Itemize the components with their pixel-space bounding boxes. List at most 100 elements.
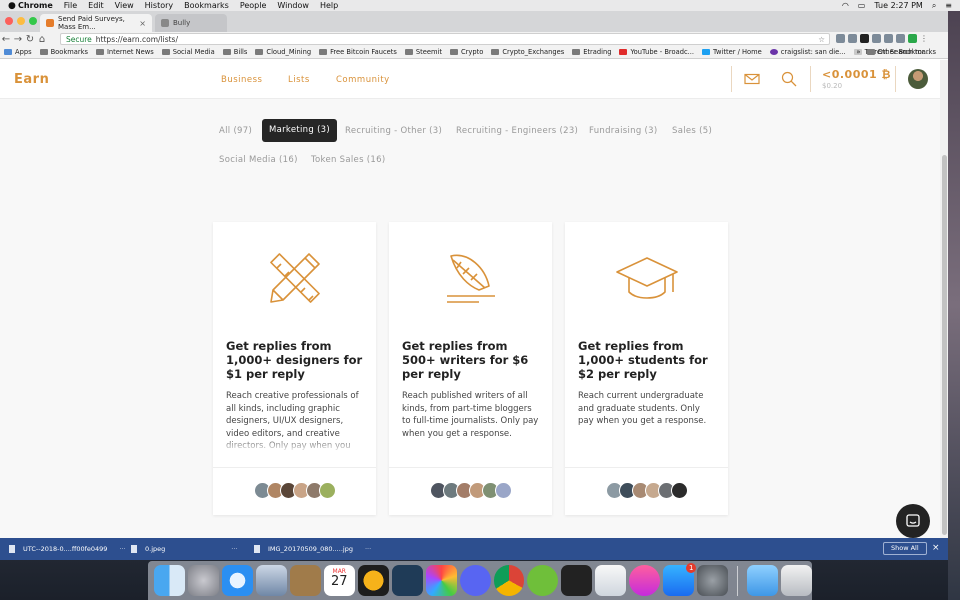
filter-all[interactable]: All (97)	[219, 126, 252, 136]
earn-logo[interactable]: Earn	[14, 72, 49, 87]
mail-icon[interactable]	[744, 71, 760, 87]
filter-recruiting-engineers[interactable]: Recruiting - Engineers (23)	[456, 126, 578, 136]
nav-lists[interactable]: Lists	[288, 75, 310, 85]
address-bar[interactable]: Secure https://earn.com/lists/ ☆	[60, 33, 830, 45]
finder-icon[interactable]	[154, 565, 185, 596]
filter-marketing[interactable]: Marketing (3)	[262, 119, 338, 142]
bookmark-folder[interactable]: Steemit	[404, 48, 442, 56]
other-bookmarks[interactable]: » Other Bookmarks	[856, 48, 936, 56]
tab-send-paid-surveys[interactable]: Send Paid Surveys, Mass Em... ×	[40, 14, 152, 32]
preview-icon[interactable]	[255, 565, 287, 596]
menu-help[interactable]: Help	[320, 1, 338, 10]
extension-icon[interactable]	[896, 34, 905, 43]
home-icon[interactable]: ⌂	[36, 34, 48, 45]
url-text[interactable]: https://earn.com/lists/	[96, 35, 178, 44]
bookmark-folder[interactable]: Bookmarks	[39, 48, 88, 56]
download-item[interactable]: IMG_20170509_080.....jpg ···	[254, 545, 371, 553]
menu-bookmarks[interactable]: Bookmarks	[184, 1, 229, 10]
extension-icon[interactable]	[836, 34, 845, 43]
discord-icon[interactable]	[459, 565, 491, 596]
filter-fundraising[interactable]: Fundraising (3)	[589, 126, 657, 136]
minimize-window-icon[interactable]	[17, 17, 25, 25]
battery-icon[interactable]: ▭	[858, 1, 866, 10]
extension-icon[interactable]	[860, 34, 869, 43]
photos-icon[interactable]	[425, 565, 457, 596]
menu-window[interactable]: Window	[277, 1, 309, 10]
plex-icon[interactable]	[357, 565, 389, 596]
itunes-icon[interactable]	[629, 565, 661, 596]
nav-business[interactable]: Business	[221, 75, 262, 85]
menu-history[interactable]: History	[145, 1, 173, 10]
filter-sales[interactable]: Sales (5)	[672, 126, 712, 136]
menubar-clock[interactable]: Tue 2:27 PM	[874, 1, 922, 10]
list-card-writers[interactable]: Get replies from 500+ writers for $6 per…	[389, 222, 552, 515]
extension-icon[interactable]	[884, 34, 893, 43]
menu-edit[interactable]: Edit	[88, 1, 104, 10]
menu-people[interactable]: People	[240, 1, 267, 10]
list-card-designers[interactable]: Get replies from 1,000+ designers for $1…	[213, 222, 376, 515]
back-icon[interactable]: ←	[0, 34, 12, 45]
apple-menu-icon[interactable]: ●	[8, 1, 18, 11]
safari-icon[interactable]	[221, 565, 253, 596]
chrome-icon[interactable]	[493, 565, 525, 596]
calendar-icon[interactable]: MAR 27	[323, 565, 355, 596]
close-window-icon[interactable]	[5, 17, 13, 25]
bookmark-folder[interactable]: Internet News	[95, 48, 154, 56]
xcode-like-icon[interactable]	[391, 565, 423, 596]
filter-social-media[interactable]: Social Media (16)	[219, 155, 298, 165]
download-item[interactable]: UTC--2018-0....ff00fe0499 ···	[9, 545, 126, 553]
close-tab-icon[interactable]: ×	[139, 19, 146, 28]
scrollbar-thumb[interactable]	[942, 155, 947, 535]
filter-recruiting-other[interactable]: Recruiting - Other (3)	[345, 126, 442, 136]
bookmark-star-icon[interactable]: ☆	[818, 35, 825, 44]
bookmark-folder[interactable]: Free Bitcoin Faucets	[319, 48, 397, 56]
spotlight-icon[interactable]: ⌕	[932, 1, 936, 11]
parrot-app-icon[interactable]	[527, 565, 559, 596]
bookmark-apps[interactable]: Apps	[4, 48, 32, 56]
wifi-icon[interactable]: ◠	[842, 1, 849, 10]
extension-icon[interactable]	[872, 34, 881, 43]
notification-center-icon[interactable]: ≡	[945, 1, 952, 10]
bookmark-youtube[interactable]: YouTube - Broadc...	[619, 48, 694, 56]
preview-photos-icon[interactable]	[595, 565, 627, 596]
bookmark-folder[interactable]: Cloud_Mining	[255, 48, 311, 56]
filter-token-sales[interactable]: Token Sales (16)	[311, 155, 385, 165]
secure-lock-label[interactable]: Secure	[66, 35, 92, 44]
user-avatar[interactable]	[908, 69, 928, 89]
menu-chrome[interactable]: Chrome	[18, 1, 53, 10]
download-options-icon[interactable]: ···	[365, 545, 371, 553]
bookmarks-overflow-icon[interactable]: »	[856, 48, 860, 56]
bookmark-folder[interactable]: Crypto_Exchanges	[491, 48, 564, 56]
menu-file[interactable]: File	[64, 1, 77, 10]
menu-view[interactable]: View	[115, 1, 134, 10]
search-icon[interactable]	[781, 71, 797, 87]
bookmark-folder[interactable]: Bills	[222, 48, 247, 56]
bookmark-folder[interactable]: Crypto	[450, 48, 483, 56]
chat-support-button[interactable]	[896, 504, 930, 538]
page-scrollbar[interactable]	[940, 60, 948, 538]
launchpad-icon[interactable]	[187, 565, 219, 596]
download-options-icon[interactable]: ···	[119, 545, 125, 553]
extension-icon[interactable]	[848, 34, 857, 43]
list-card-students[interactable]: Get replies from 1,000+ students for $2 …	[565, 222, 728, 515]
notefile-icon[interactable]	[289, 565, 321, 596]
reload-icon[interactable]: ↻	[24, 34, 36, 45]
balance-btc[interactable]: <0.0001 ₿	[822, 68, 891, 81]
downloads-folder-icon[interactable]	[747, 565, 779, 596]
bookmark-folder[interactable]: Social Media	[161, 48, 215, 56]
bookmark-craigslist[interactable]: craigslist: san die...	[769, 48, 846, 56]
tab-bully[interactable]: Bully	[155, 14, 227, 32]
extension-icon[interactable]	[908, 34, 917, 43]
system-preferences-icon[interactable]	[697, 565, 729, 596]
forward-icon[interactable]: →	[12, 34, 24, 45]
close-downloads-icon[interactable]: ×	[932, 543, 940, 553]
zoom-window-icon[interactable]	[29, 17, 37, 25]
trash-icon[interactable]	[781, 565, 813, 596]
app-store-icon[interactable]: 1	[663, 563, 697, 596]
chrome-menu-icon[interactable]: ⋮	[920, 34, 929, 43]
download-item[interactable]: 0.jpeg ···	[131, 545, 237, 553]
bookmark-twitter[interactable]: Twitter / Home	[702, 48, 762, 56]
inkscape-icon[interactable]	[561, 565, 593, 596]
bookmark-folder[interactable]: Etrading	[572, 48, 611, 56]
show-all-downloads-button[interactable]: Show All	[883, 542, 927, 555]
